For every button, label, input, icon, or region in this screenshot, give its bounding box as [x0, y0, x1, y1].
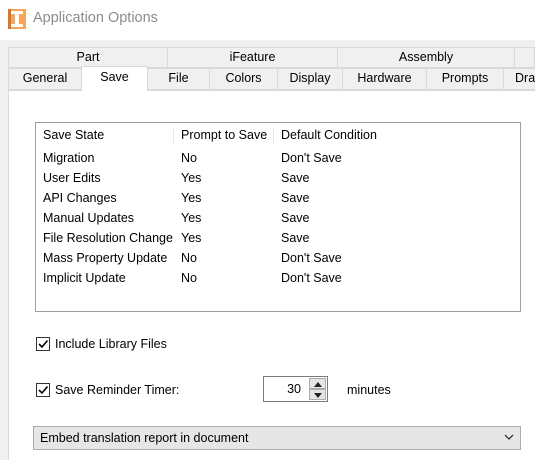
- default-condition-cell: Save: [281, 171, 310, 185]
- tab-file[interactable]: File: [147, 68, 210, 90]
- default-condition-cell: Save: [281, 191, 310, 205]
- save-state-cell: Migration: [43, 151, 95, 165]
- tab-label: iFeature: [229, 50, 276, 64]
- arrow-up-icon: [314, 382, 322, 387]
- minutes-unit-label: minutes: [347, 383, 391, 397]
- tab-save[interactable]: Save: [81, 66, 148, 91]
- chevron-down-icon: [504, 434, 514, 440]
- list-item[interactable]: Manual Updates Yes Save: [36, 208, 520, 228]
- tab-prompts[interactable]: Prompts: [426, 68, 504, 90]
- prompt-cell: Yes: [181, 191, 202, 205]
- column-header-default-condition[interactable]: Default Condition: [281, 125, 377, 145]
- save-state-cell: Mass Property Update: [43, 251, 168, 265]
- list-item[interactable]: Mass Property Update No Don't Save: [36, 248, 520, 268]
- prompt-cell: No: [181, 271, 197, 285]
- prompt-cell: Yes: [181, 231, 202, 245]
- list-item[interactable]: Implicit Update No Don't Save: [36, 268, 520, 288]
- list-header: Save State Prompt to Save Default Condit…: [36, 125, 520, 145]
- prompt-cell: Yes: [181, 171, 202, 185]
- save-state-cell: File Resolution Change: [43, 231, 173, 245]
- column-header-save-state[interactable]: Save State: [43, 125, 104, 145]
- checkmark-icon: [38, 339, 49, 349]
- list-item[interactable]: API Changes Yes Save: [36, 188, 520, 208]
- save-reminder-label[interactable]: Save Reminder Timer:: [55, 383, 179, 397]
- default-condition-cell: Don't Save: [281, 151, 342, 165]
- stepper-buttons: [309, 378, 326, 400]
- tab-label: Dra: [515, 71, 535, 85]
- include-library-checkbox[interactable]: [36, 337, 50, 351]
- default-condition-cell: Don't Save: [281, 251, 342, 265]
- save-reminder-checkbox[interactable]: [36, 383, 50, 397]
- default-condition-cell: Don't Save: [281, 271, 342, 285]
- tab-assembly[interactable]: Assembly: [337, 47, 515, 68]
- window-title: Application Options: [33, 10, 158, 26]
- increment-button[interactable]: [309, 378, 326, 389]
- prompt-cell: Yes: [181, 211, 202, 225]
- prompt-cell: No: [181, 251, 197, 265]
- save-state-cell: Implicit Update: [43, 271, 126, 285]
- tab-label: Part: [76, 50, 100, 64]
- checkmark-icon: [38, 385, 49, 395]
- decrement-button[interactable]: [309, 389, 326, 400]
- column-divider[interactable]: [173, 128, 174, 145]
- default-condition-cell: Save: [281, 211, 310, 225]
- arrow-down-icon: [314, 393, 322, 398]
- save-state-cell: API Changes: [43, 191, 117, 205]
- reminder-minutes-stepper[interactable]: 30: [263, 376, 328, 402]
- save-state-cell: User Edits: [43, 171, 101, 185]
- app-logo-icon: [8, 9, 26, 29]
- tab-general[interactable]: General: [8, 68, 82, 90]
- list-item[interactable]: User Edits Yes Save: [36, 168, 520, 188]
- list-item[interactable]: File Resolution Change Yes Save: [36, 228, 520, 248]
- tab-label: Assembly: [398, 50, 454, 64]
- tab-ifeature[interactable]: iFeature: [167, 47, 338, 68]
- save-state-list[interactable]: Save State Prompt to Save Default Condit…: [35, 122, 521, 312]
- tab-label: Hardware: [357, 71, 412, 85]
- reminder-minutes-value[interactable]: 30: [287, 377, 301, 401]
- tab-row1-overflow[interactable]: [514, 47, 535, 68]
- tab-part[interactable]: Part: [8, 47, 168, 68]
- prompt-cell: No: [181, 151, 197, 165]
- translation-report-dropdown[interactable]: Embed translation report in document: [33, 426, 521, 450]
- list-item[interactable]: Migration No Don't Save: [36, 148, 520, 168]
- tab-label: Prompts: [441, 71, 489, 85]
- tab-hardware[interactable]: Hardware: [342, 68, 427, 90]
- default-condition-cell: Save: [281, 231, 310, 245]
- tab-colors[interactable]: Colors: [209, 68, 278, 90]
- column-header-prompt-to-save[interactable]: Prompt to Save: [181, 125, 267, 145]
- save-state-cell: Manual Updates: [43, 211, 135, 225]
- tab-label: Display: [289, 71, 331, 85]
- tab-label: Save: [100, 70, 129, 84]
- tab-label: Colors: [225, 71, 262, 85]
- column-divider[interactable]: [273, 128, 274, 145]
- tab-label: File: [168, 71, 189, 85]
- include-library-label[interactable]: Include Library Files: [55, 337, 167, 351]
- tab-drawing[interactable]: Dra: [503, 68, 535, 90]
- tab-label: General: [22, 71, 68, 85]
- tab-display[interactable]: Display: [277, 68, 343, 90]
- dropdown-selected-value: Embed translation report in document: [40, 431, 249, 445]
- title-bar: Application Options: [0, 0, 535, 40]
